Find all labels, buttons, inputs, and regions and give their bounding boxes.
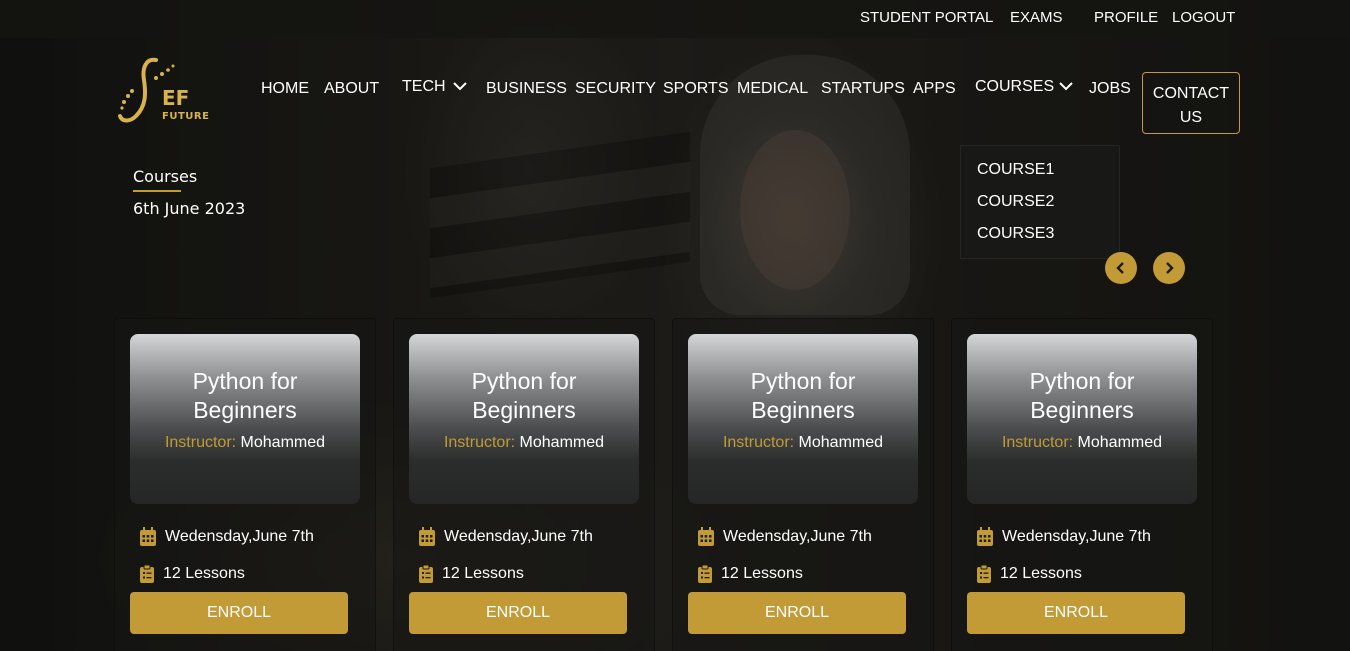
logo-subtitle: FUTURE <box>162 111 210 122</box>
course-lessons: 12 Lessons <box>1000 565 1082 582</box>
course-thumbnail[interactable]: Python for Beginners Instructor: Mohammed <box>967 334 1197 504</box>
enroll-button[interactable]: ENROLL <box>967 592 1185 634</box>
course-instructor: Instructor: Mohammed <box>967 434 1197 452</box>
nav-startups[interactable]: STARTUPS <box>821 80 905 98</box>
nav-business[interactable]: BUSINESS <box>486 80 567 98</box>
clipboard-icon <box>140 564 154 583</box>
dropdown-item-course2[interactable]: COURSE2 <box>977 193 1054 211</box>
top-bar: STUDENT PORTAL EXAMS PROFILE LOGOUT <box>0 0 1350 38</box>
course-lessons-row: 12 Lessons <box>976 564 1082 584</box>
profile-link[interactable]: PROFILE <box>1094 9 1158 26</box>
nav-medical[interactable]: MEDICAL <box>737 80 808 98</box>
course-date-row: Wedensday,June 7th <box>139 527 314 547</box>
calendar-icon <box>977 527 993 546</box>
course-lessons: 12 Lessons <box>721 565 803 582</box>
course-date-row: Wedensday,June 7th <box>418 527 593 547</box>
calendar-icon <box>140 527 156 546</box>
logo[interactable]: EF FUTURE <box>116 56 220 126</box>
enroll-button[interactable]: ENROLL <box>409 592 627 634</box>
course-thumbnail[interactable]: Python for Beginners Instructor: Mohammed <box>409 334 639 504</box>
course-title-line1: Python for <box>1029 368 1135 394</box>
instructor-name: Mohammed <box>798 434 884 451</box>
course-lessons: 12 Lessons <box>442 565 524 582</box>
course-title-line1: Python for <box>471 368 577 394</box>
enroll-button[interactable]: ENROLL <box>688 592 906 634</box>
instructor-label: Instructor: <box>1001 434 1074 451</box>
course-date: Wedensday,June 7th <box>165 528 314 545</box>
enroll-button[interactable]: ENROLL <box>130 592 348 634</box>
nav-apps[interactable]: APPS <box>913 80 956 98</box>
course-date-row: Wedensday,June 7th <box>697 527 872 547</box>
instructor-label: Instructor: <box>164 434 237 451</box>
nav-sports[interactable]: SPORTS <box>663 80 729 98</box>
course-title: Python for Beginners <box>409 367 639 425</box>
slider-prev-button[interactable] <box>1105 252 1137 284</box>
instructor-label: Instructor: <box>443 434 516 451</box>
nav-about[interactable]: ABOUT <box>324 80 379 98</box>
course-title-line2: Beginners <box>751 397 855 423</box>
courses-dropdown-menu: COURSE1 COURSE2 COURSE3 <box>960 145 1120 259</box>
course-card: Python for Beginners Instructor: Mohammed W… <box>114 318 376 651</box>
logo-mark: EF <box>162 86 190 110</box>
course-date-row: Wedensday,June 7th <box>976 527 1151 547</box>
course-lessons: 12 Lessons <box>163 565 245 582</box>
course-date: Wedensday,June 7th <box>444 528 593 545</box>
contact-label-line1: CONTACT <box>1152 85 1230 102</box>
instructor-name: Mohammed <box>240 434 326 451</box>
chevron-right-icon <box>1166 262 1174 274</box>
course-lessons-row: 12 Lessons <box>139 564 245 584</box>
instructor-label: Instructor: <box>722 434 795 451</box>
student-portal-link[interactable]: STUDENT PORTAL <box>860 9 993 26</box>
nav-security[interactable]: SECURITY <box>575 80 656 98</box>
dropdown-item-course1[interactable]: COURSE1 <box>977 161 1054 179</box>
dropdown-item-course3[interactable]: COURSE3 <box>977 225 1054 243</box>
nav-jobs[interactable]: JOBS <box>1089 80 1131 98</box>
slider-next-button[interactable] <box>1153 252 1185 284</box>
nav-tech[interactable]: TECH <box>402 78 446 96</box>
contact-label-line2: US <box>1179 109 1203 126</box>
chevron-down-icon[interactable] <box>1058 79 1074 93</box>
chevron-left-icon <box>1116 262 1124 274</box>
instructor-name: Mohammed <box>1077 434 1163 451</box>
course-instructor: Instructor: Mohammed <box>409 434 639 452</box>
nav-home[interactable]: HOME <box>261 80 309 98</box>
logout-link[interactable]: LOGOUT <box>1172 9 1235 26</box>
calendar-icon <box>698 527 714 546</box>
nav-courses[interactable]: COURSES <box>975 78 1054 96</box>
title-underline <box>133 190 181 192</box>
course-date: Wedensday,June 7th <box>723 528 872 545</box>
exams-link[interactable]: EXAMS <box>1010 9 1063 26</box>
course-instructor: Instructor: Mohammed <box>130 434 360 452</box>
course-title: Python for Beginners <box>967 367 1197 425</box>
course-title: Python for Beginners <box>130 367 360 425</box>
chevron-down-icon[interactable] <box>452 79 468 93</box>
course-card: Python for Beginners Instructor: Mohammed W… <box>672 318 934 651</box>
calendar-icon <box>419 527 435 546</box>
page-title: Courses <box>133 167 198 186</box>
contact-us-button[interactable]: CONTACT US <box>1142 72 1240 134</box>
course-thumbnail[interactable]: Python for Beginners Instructor: Mohammed <box>688 334 918 504</box>
course-title-line1: Python for <box>750 368 856 394</box>
clipboard-icon <box>419 564 433 583</box>
course-card: Python for Beginners Instructor: Mohammed W… <box>951 318 1213 651</box>
course-lessons-row: 12 Lessons <box>418 564 524 584</box>
course-title-line1: Python for <box>192 368 298 394</box>
clipboard-icon <box>698 564 712 583</box>
course-date: Wedensday,June 7th <box>1002 528 1151 545</box>
course-card: Python for Beginners Instructor: Mohammed W… <box>393 318 655 651</box>
course-thumbnail[interactable]: Python for Beginners Instructor: Mohammed <box>130 334 360 504</box>
course-title-line2: Beginners <box>1030 397 1134 423</box>
course-lessons-row: 12 Lessons <box>697 564 803 584</box>
course-title-line2: Beginners <box>472 397 576 423</box>
clipboard-icon <box>977 564 991 583</box>
course-instructor: Instructor: Mohammed <box>688 434 918 452</box>
course-title: Python for Beginners <box>688 367 918 425</box>
instructor-name: Mohammed <box>519 434 605 451</box>
page-date: 6th June 2023 <box>133 199 246 218</box>
course-title-line2: Beginners <box>193 397 297 423</box>
